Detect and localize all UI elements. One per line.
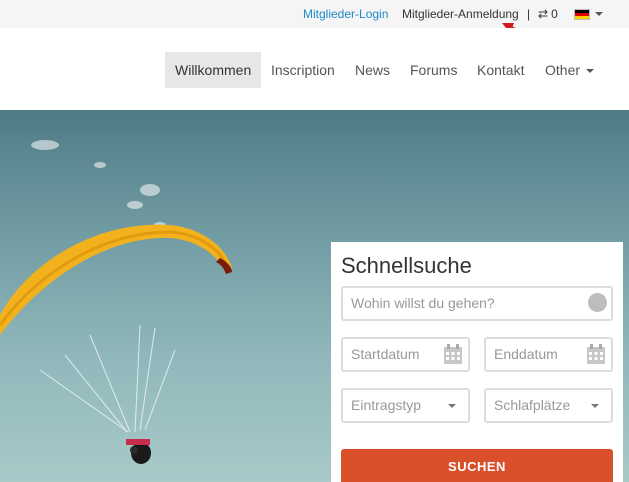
globe-icon [588, 293, 607, 312]
chevron-down-icon [448, 404, 456, 408]
nav-item-willkommen[interactable]: Willkommen [165, 52, 262, 88]
destination-input[interactable]: Wohin willst du gehen? [341, 286, 613, 321]
nav-item-news[interactable]: News [345, 52, 400, 88]
compare-count: 0 [551, 7, 558, 21]
quick-search-panel: Schnellsuche Wohin willst du gehen? Star… [331, 242, 623, 482]
end-date-input[interactable]: Enddatum [484, 337, 613, 372]
quick-search-title: Schnellsuche [341, 253, 472, 278]
nav-item-kontakt[interactable]: Kontakt [467, 52, 534, 88]
calendar-icon [587, 344, 605, 364]
listing-type-label: Eintragstyp [351, 397, 422, 413]
language-selector[interactable] [574, 9, 604, 21]
calendar-icon [444, 344, 462, 364]
sleeping-places-label: Schlafplätze [494, 397, 571, 413]
member-login-link[interactable]: Mitglieder-Login [303, 7, 388, 21]
nav-item-forums[interactable]: Forums [400, 52, 467, 88]
nav-item-other-label: Other [545, 62, 581, 78]
german-flag-icon [574, 9, 590, 20]
start-date-placeholder: Startdatum [351, 346, 420, 362]
chevron-down-icon [595, 12, 603, 16]
nav-item-other[interactable]: Other [535, 52, 604, 88]
listing-type-select[interactable]: Eintragstyp [341, 388, 470, 423]
start-date-input[interactable]: Startdatum [341, 337, 470, 372]
chevron-down-icon [586, 69, 595, 74]
destination-placeholder: Wohin willst du gehen? [351, 295, 495, 311]
end-date-placeholder: Enddatum [494, 346, 558, 362]
nav-item-inscription[interactable]: Inscription [261, 52, 345, 88]
sleeping-places-select[interactable]: Schlafplätze [484, 388, 613, 423]
main-navbar: Willkommen Inscription News Forums Konta… [0, 28, 629, 110]
chevron-down-icon [591, 404, 599, 408]
search-button[interactable]: SUCHEN [341, 449, 613, 482]
